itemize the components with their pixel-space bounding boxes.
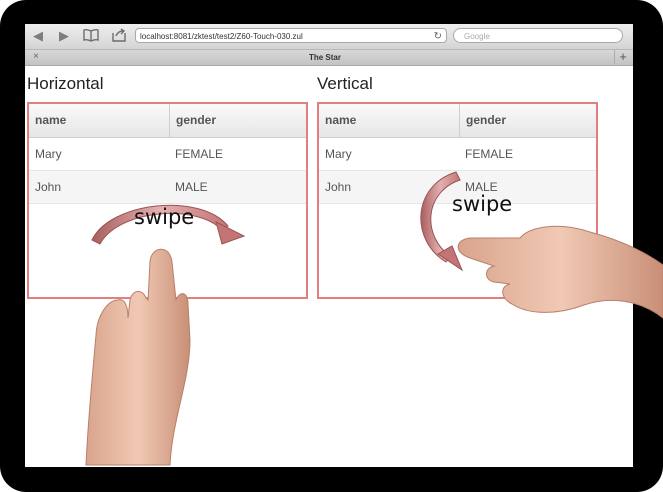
vertical-swipe-arrow-icon — [420, 171, 464, 272]
horizontal-swipe-label: swipe — [134, 205, 195, 229]
vertical-swipe-label: swipe — [452, 192, 513, 216]
pointing-hand-left-icon — [457, 225, 663, 319]
pointing-hand-up-icon — [85, 248, 191, 466]
gesture-overlay — [85, 171, 663, 466]
